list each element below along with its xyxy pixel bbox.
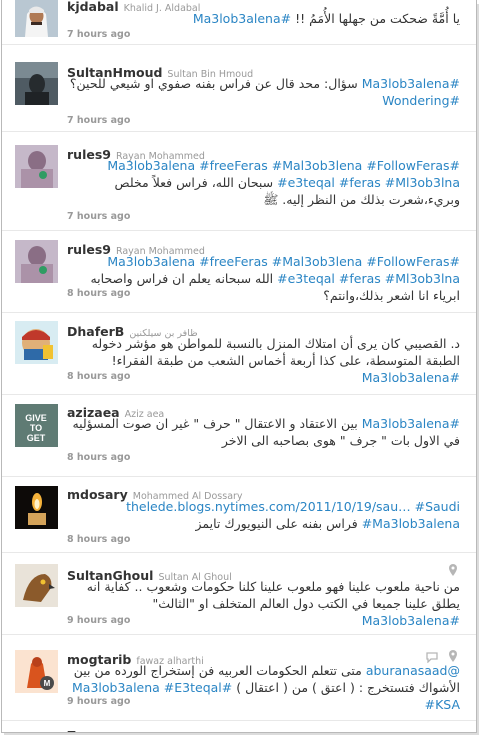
avatar[interactable] <box>15 564 58 607</box>
tweet-item: SultanGhoul Sultan Al Ghoul من ناحية ملعو… <box>2 552 476 635</box>
tweet-text-segment: د. القصيبي كان يرى أن امتلاك المنزل بالن… <box>91 336 460 368</box>
tweet-text: #Ma3lob3alena سؤال: محد قال عن فراس بفنه… <box>62 75 460 109</box>
tweet-timeline: kjdabal Khalid J. Aldabal يا أُمَّةً ضحكت… <box>1 0 477 733</box>
tweet-header: Z <box>67 725 76 732</box>
tweet-timestamp[interactable]: 8 hours ago <box>67 534 130 545</box>
reply-icon[interactable] <box>426 648 438 664</box>
username-link[interactable]: Z <box>67 728 76 732</box>
tweet-timestamp[interactable]: 7 hours ago <box>67 115 130 126</box>
tweet-text: #Ma3lob3alena بين الاعتقاد و الاعتقال " … <box>62 415 460 449</box>
svg-text:TO: TO <box>30 423 42 433</box>
avatar[interactable] <box>15 240 58 283</box>
tweet-text: يا أُمَّةً ضحكت من جهلها الأُمَمُ !! #Ma… <box>62 10 460 27</box>
svg-text:M: M <box>44 679 51 688</box>
avatar[interactable] <box>15 0 58 37</box>
hashtag-link[interactable]: #Ma3lob3alena <box>362 613 460 628</box>
avatar[interactable]: GIVE TO GET <box>15 404 58 447</box>
tweet-item: GIVE TO GET azizaea Aziz aea #Ma3lob3alen… <box>2 394 476 477</box>
hashtag-link[interactable]: #Wondering <box>382 93 460 108</box>
map-pin-icon[interactable] <box>448 561 458 576</box>
tweet-text: thelede.blogs.nytimes.com/2011/10/19/sau… <box>62 498 460 532</box>
tweet-timestamp[interactable]: 9 hours ago <box>67 696 130 707</box>
tweet-timestamp[interactable]: 7 hours ago <box>67 29 130 40</box>
tweet-text-segment: سؤال: محد قال عن فراس بفنه صفوي او شيعي … <box>69 76 362 91</box>
tweet-timestamp[interactable]: 8 hours ago <box>67 371 130 382</box>
hashtag-link[interactable]: #Ma3lob3alena <box>362 416 460 431</box>
tweet-text: #Ma3lob3alena #freeFeras #Mal3ob3lena #F… <box>62 157 460 208</box>
svg-text:GET: GET <box>27 433 46 443</box>
hashtag-link[interactable]: #Ma3lob3alena <box>362 370 460 385</box>
tweet-item: rules9 Rayan Mohammed #Ma3lob3alena #free… <box>2 230 476 313</box>
tweet-item: M mogtarib fawaz alharthi @aburanasaad مت… <box>2 634 476 721</box>
tweet-item: SultanHmoud Sultan Bin Hmoud #Ma3lob3alen… <box>2 44 476 132</box>
avatar[interactable]: M <box>15 650 58 693</box>
tweet-item: mdosary Mohammed Al Dossary thelede.blogs… <box>2 476 476 553</box>
tweet-timestamp[interactable]: 7 hours ago <box>67 211 130 222</box>
tweet-timestamp[interactable]: 8 hours ago <box>67 452 130 463</box>
avatar[interactable] <box>15 321 58 364</box>
tweet-timestamp[interactable]: 8 hours ago <box>67 288 130 299</box>
avatar[interactable] <box>15 486 58 529</box>
avatar[interactable] <box>15 62 58 105</box>
avatar[interactable] <box>15 145 58 188</box>
svg-text:GIVE: GIVE <box>25 413 47 423</box>
tweet-item: Z <box>2 720 476 732</box>
map-pin-icon[interactable] <box>448 647 458 662</box>
tweet-timestamp[interactable]: 9 hours ago <box>67 615 130 626</box>
tweet-text-segment: من ناحية ملعوب علينا فهو ملعوب علينا كلن… <box>86 579 460 611</box>
tweet-text-segment: فراس بفنه على النيويورك تايمز <box>195 516 362 531</box>
mention-link[interactable]: @aburanasaad <box>366 663 460 678</box>
tweet-item: kjdabal Khalid J. Aldabal يا أُمَّةً ضحكت… <box>2 0 476 45</box>
tweet-item: DhaferB ظافر بن سيلكنين د. القصيبي كان ير… <box>2 312 476 395</box>
hashtag-link[interactable]: #Ma3lob3alena <box>193 11 291 26</box>
tweet-text-segment: يا أُمَّةً ضحكت من جهلها الأُمَمُ !! <box>291 11 460 26</box>
hashtag-link[interactable]: #Ma3lob3alena <box>362 76 460 91</box>
tweet-item: rules9 Rayan Mohammed #Ma3lob3alena #free… <box>2 131 476 231</box>
